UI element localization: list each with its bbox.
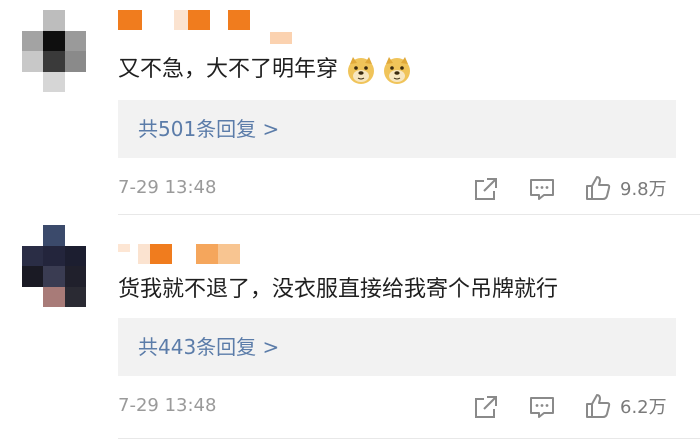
comment-meta: 7-29 13:48 — [118, 173, 700, 203]
comment-body: 又不急，大不了明年穿 — [118, 57, 339, 82]
like-button[interactable]: 6.2万 — [584, 391, 667, 421]
doge-emoji — [346, 55, 376, 85]
comment-icon[interactable] — [528, 393, 556, 421]
comment-item: 货我就不退了，没衣服直接给我寄个吊牌就行 共443条回复 > 7-29 13:4… — [0, 215, 700, 439]
share-icon[interactable] — [472, 393, 500, 421]
like-count: 6.2万 — [620, 397, 667, 418]
like-button[interactable]: 9.8万 — [584, 173, 667, 203]
like-count: 9.8万 — [620, 179, 667, 200]
thumbs-up-icon[interactable] — [584, 392, 612, 420]
comment-meta: 7-29 13:48 — [118, 391, 700, 421]
comment-text: 货我就不退了，没衣服直接给我寄个吊牌就行 — [118, 275, 558, 305]
comment-icon[interactable] — [528, 175, 556, 203]
comment-feed: 又不急，大不了明年穿 共501条回复 > 7-29 13:48 9.8万 货我就… — [0, 0, 700, 439]
avatar[interactable] — [22, 225, 86, 307]
comment-item: 又不急，大不了明年穿 共501条回复 > 7-29 13:48 9.8万 — [0, 0, 700, 215]
username-mosaic[interactable] — [118, 10, 292, 44]
replies-link[interactable]: 共501条回复 > — [138, 115, 279, 143]
replies-link[interactable]: 共443条回复 > — [138, 333, 279, 361]
comment-body: 货我就不退了，没衣服直接给我寄个吊牌就行 — [118, 277, 559, 302]
comment-text: 又不急，大不了明年穿 — [118, 55, 412, 85]
avatar[interactable] — [22, 10, 86, 92]
doge-emoji — [382, 55, 412, 85]
replies-button[interactable]: 共443条回复 > — [118, 318, 676, 376]
username-mosaic[interactable] — [118, 244, 240, 274]
timestamp: 7-29 13:48 — [118, 177, 217, 198]
timestamp: 7-29 13:48 — [118, 395, 217, 416]
share-icon[interactable] — [472, 175, 500, 203]
thumbs-up-icon[interactable] — [584, 174, 612, 202]
replies-button[interactable]: 共501条回复 > — [118, 100, 676, 158]
